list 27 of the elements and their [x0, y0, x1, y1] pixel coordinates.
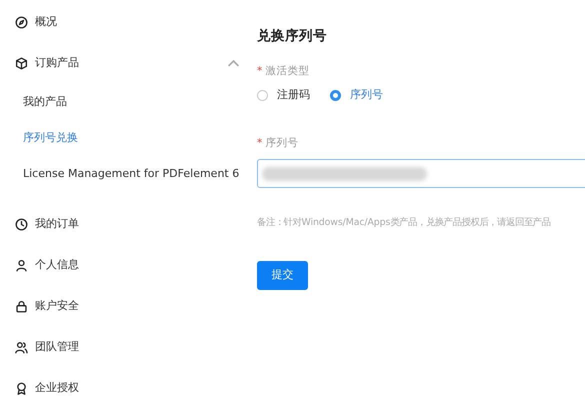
- submit-button[interactable]: 提交: [257, 261, 308, 290]
- lock-icon: [15, 300, 28, 312]
- radio-label[interactable]: 序列号: [350, 87, 383, 104]
- award-icon: [15, 382, 28, 394]
- sidebar-subitem[interactable]: 序列号兑换: [0, 128, 240, 148]
- note-text: 备注：针对Windows/Mac/Apps类产品，兑换产品授权后，请返回至产品: [257, 216, 552, 230]
- person-icon: [15, 258, 28, 272]
- compass-icon: [15, 16, 28, 28]
- sidebar-item[interactable]: 个人信息: [35, 256, 79, 274]
- cube-icon: [15, 56, 28, 70]
- sidebar-item[interactable]: 团队管理: [35, 338, 79, 356]
- serial-input-field[interactable]: [257, 159, 585, 188]
- sidebar-item[interactable]: 概况: [35, 14, 57, 30]
- sidebar-item[interactable]: 订购产品: [35, 54, 79, 72]
- field-label: * 激活类型: [257, 64, 310, 80]
- clock-icon: [15, 218, 28, 230]
- sidebar-subitem[interactable]: 我的产品: [0, 92, 240, 112]
- field-label: * 序列号: [257, 136, 300, 152]
- sidebar-subitem[interactable]: License Management for PDFelement 6: [0, 164, 240, 184]
- radio-label[interactable]: 注册码: [277, 87, 310, 104]
- sidebar-item[interactable]: 企业授权: [35, 380, 79, 396]
- sidebar-item[interactable]: 我的订单: [35, 216, 79, 232]
- radio-button[interactable]: [257, 90, 268, 101]
- radio-button[interactable]: [330, 90, 341, 101]
- form-title: 兑换序列号: [257, 27, 328, 46]
- sidebar-item[interactable]: 账户安全: [35, 298, 79, 314]
- people-icon: [15, 340, 28, 354]
